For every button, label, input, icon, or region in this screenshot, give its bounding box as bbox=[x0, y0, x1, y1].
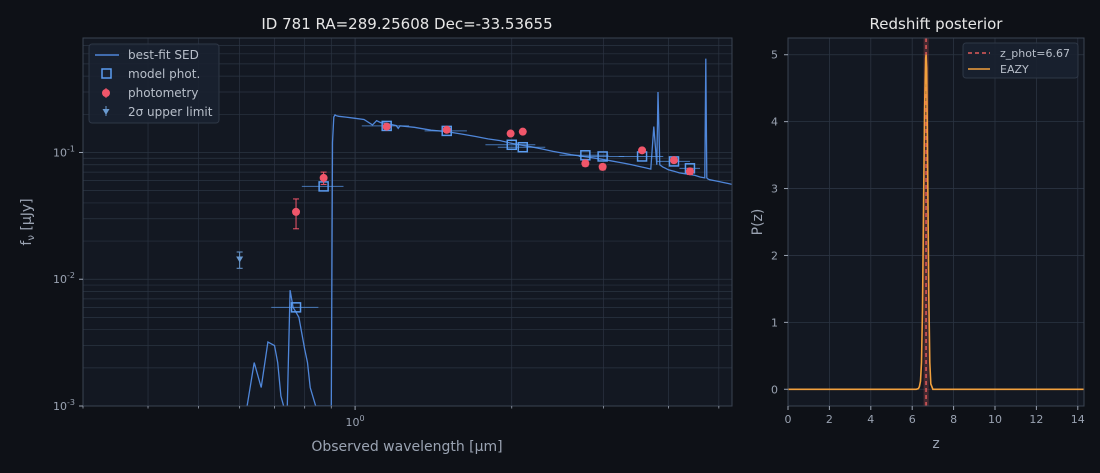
sed-xtick-label: 100 bbox=[346, 414, 365, 429]
posterior-xtick-label: 0 bbox=[785, 413, 792, 426]
legend-zphot-label: z_phot=6.67 bbox=[1000, 47, 1070, 60]
legend-photometry-icon bbox=[102, 89, 110, 97]
posterior-xtick-label: 8 bbox=[950, 413, 957, 426]
photometry-point bbox=[506, 129, 515, 138]
photometry-point bbox=[581, 159, 590, 168]
sed-ytick-label: 10-1 bbox=[53, 144, 75, 159]
sed-title: ID 781 RA=289.25608 Dec=-33.53655 bbox=[261, 15, 552, 33]
posterior-xtick-label: 2 bbox=[826, 413, 833, 426]
posterior-legend: z_phot=6.67 EAZY bbox=[962, 42, 1079, 79]
posterior-title: Redshift posterior bbox=[870, 15, 1004, 33]
posterior-xtick-label: 10 bbox=[988, 413, 1002, 426]
photometry-point bbox=[518, 127, 527, 136]
legend-upper-limit-label: 2σ upper limit bbox=[128, 105, 213, 119]
sed-xlabel: Observed wavelength [μm] bbox=[311, 439, 502, 455]
photometry-point bbox=[319, 173, 328, 182]
photometry-point bbox=[598, 162, 607, 171]
photometry-point bbox=[382, 122, 391, 131]
posterior-xtick-label: 4 bbox=[867, 413, 874, 426]
posterior-ytick-label: 5 bbox=[771, 49, 778, 62]
figure: 10-310-210-1100 ID 781 RA=289.25608 Dec=… bbox=[19, 15, 1085, 455]
sed-legend: best-fit SED model phot. photometry 2σ u… bbox=[88, 43, 220, 124]
posterior-ytick-label: 1 bbox=[771, 316, 778, 329]
photometry-point bbox=[669, 156, 678, 165]
photometry-point bbox=[292, 207, 301, 216]
photometry-point bbox=[638, 146, 647, 155]
legend-model-phot-label: model phot. bbox=[128, 67, 200, 81]
posterior-panel: 0 2 4 6 8 10 12 14012345 Redshift posterior z P… bbox=[750, 15, 1085, 452]
posterior-ytick-label: 4 bbox=[771, 116, 778, 129]
sed-panel: 10-3 10-2 10-1 100 ID 781 RA=289.25608 Dec=… bbox=[19, 15, 733, 455]
posterior-ytick-label: 2 bbox=[771, 249, 778, 262]
posterior-ylabel: P(z) bbox=[750, 209, 766, 236]
posterior-xtick-label: 6 bbox=[909, 413, 916, 426]
legend-sed-label: best-fit SED bbox=[128, 48, 199, 62]
photometry-point bbox=[442, 125, 451, 134]
posterior-axes-background bbox=[788, 38, 1084, 406]
posterior-xtick-label: 14 bbox=[1071, 413, 1085, 426]
legend-photometry-label: photometry bbox=[128, 86, 198, 100]
posterior-ytick-label: 3 bbox=[771, 183, 778, 196]
sed-ylabel: fν [μJy] bbox=[19, 198, 37, 245]
posterior-xtick-label: 12 bbox=[1029, 413, 1043, 426]
posterior-xlabel: z bbox=[932, 436, 939, 452]
posterior-ytick-label: 0 bbox=[771, 383, 778, 396]
sed-ytick-label: 10-3 bbox=[53, 398, 75, 413]
legend-eazy-label: EAZY bbox=[1000, 63, 1029, 76]
sed-ytick-label: 10-2 bbox=[53, 271, 75, 286]
photometry-point bbox=[685, 167, 694, 176]
